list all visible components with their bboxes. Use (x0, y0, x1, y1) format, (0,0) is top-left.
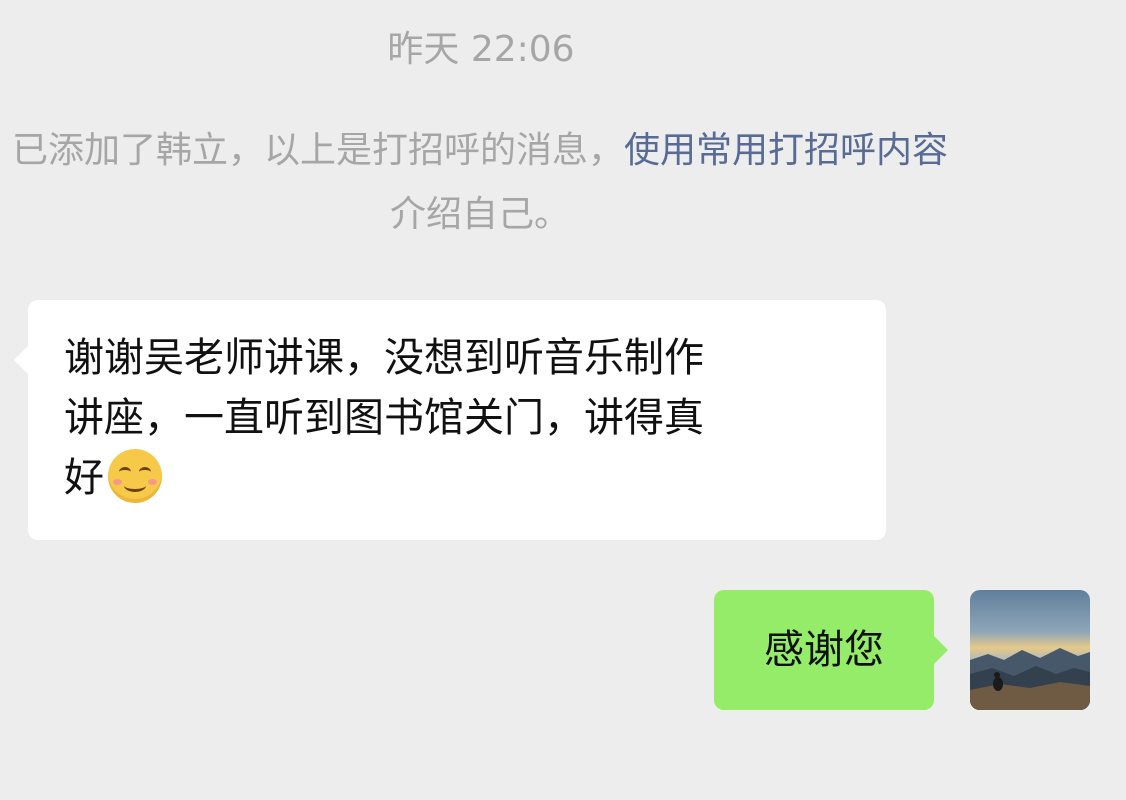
message-timestamp: 昨天 22:06 (387, 29, 575, 70)
message-text-fragment: 好 (64, 455, 104, 501)
smiling-face-emoji-icon (108, 449, 162, 503)
landscape-avatar-image (970, 590, 1090, 710)
message-text-line: 好 (64, 448, 850, 508)
system-notice-suffix: 介绍自己。 (390, 194, 571, 235)
greeting-template-link[interactable]: 使用常用打招呼内容 (624, 130, 948, 171)
system-notice: 已添加了韩立，以上是打招呼的消息，使用常用打招呼内容 介绍自己。 (0, 126, 1060, 236)
outgoing-message-bubble[interactable]: 感谢您 (714, 590, 948, 710)
message-text-line: 讲座，一直听到图书馆关门，讲得真 (64, 395, 704, 441)
system-notice-line: 已添加了韩立，以上是打招呼的消息，使用常用打招呼内容 (12, 126, 948, 176)
incoming-message-bubble[interactable]: 谢谢吴老师讲课，没想到听音乐制作 讲座，一直听到图书馆关门，讲得真 好 (14, 300, 886, 540)
user-avatar[interactable] (970, 590, 1090, 710)
outgoing-message-text: 感谢您 (764, 627, 884, 673)
system-notice-text: 已添加了韩立，以上是打招呼的消息， (11, 130, 624, 171)
message-text-line: 谢谢吴老师讲课，没想到听音乐制作 (64, 335, 704, 381)
